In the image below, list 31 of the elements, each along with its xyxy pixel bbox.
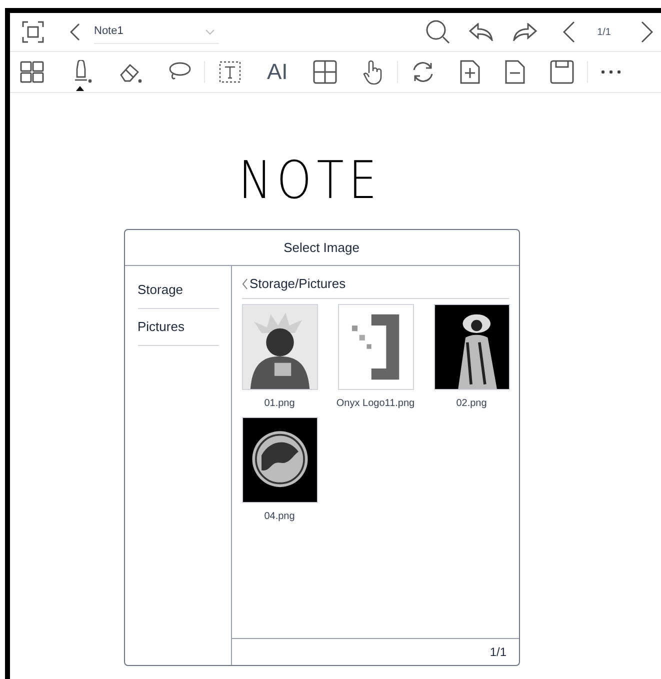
back-icon[interactable] bbox=[70, 23, 80, 41]
hand-icon[interactable] bbox=[362, 59, 384, 85]
ai-button[interactable]: AI bbox=[267, 61, 288, 83]
sidebar-item[interactable]: Storage bbox=[138, 272, 218, 309]
text-box-icon[interactable] bbox=[218, 60, 242, 84]
page-indicator: 1/1 bbox=[490, 644, 506, 661]
folder-path: Storage/Pictures bbox=[250, 275, 346, 293]
back-chevron-icon[interactable] bbox=[242, 278, 248, 290]
delete-page-icon[interactable] bbox=[504, 60, 525, 84]
file-name: 01.png bbox=[264, 396, 295, 410]
file-name: 02.png bbox=[456, 396, 487, 410]
dialog-title: Select Image bbox=[124, 230, 518, 266]
refresh-icon[interactable] bbox=[410, 60, 435, 84]
next-page-icon[interactable] bbox=[641, 21, 653, 43]
undo-icon[interactable] bbox=[469, 23, 494, 41]
search-icon[interactable] bbox=[425, 19, 452, 45]
handwritten-text: NOTE bbox=[238, 155, 382, 207]
file-name: 04.png bbox=[264, 510, 295, 524]
table-icon[interactable] bbox=[312, 60, 337, 84]
more-icon[interactable] bbox=[600, 70, 621, 74]
add-page-icon[interactable] bbox=[460, 60, 480, 84]
save-icon[interactable] bbox=[550, 60, 574, 84]
fullscreen-icon[interactable] bbox=[22, 21, 44, 43]
grid-view-icon[interactable] bbox=[20, 61, 44, 83]
previous-page-icon[interactable] bbox=[563, 21, 576, 43]
redo-icon[interactable] bbox=[513, 23, 538, 41]
chevron-down-icon bbox=[205, 28, 215, 34]
note-title-dropdown[interactable]: Note1 bbox=[94, 20, 219, 44]
sidebar-item[interactable]: Pictures bbox=[138, 309, 218, 346]
page-indicator: 1/1 bbox=[597, 26, 611, 40]
file-name: Onyx Logo11.png bbox=[336, 396, 415, 410]
